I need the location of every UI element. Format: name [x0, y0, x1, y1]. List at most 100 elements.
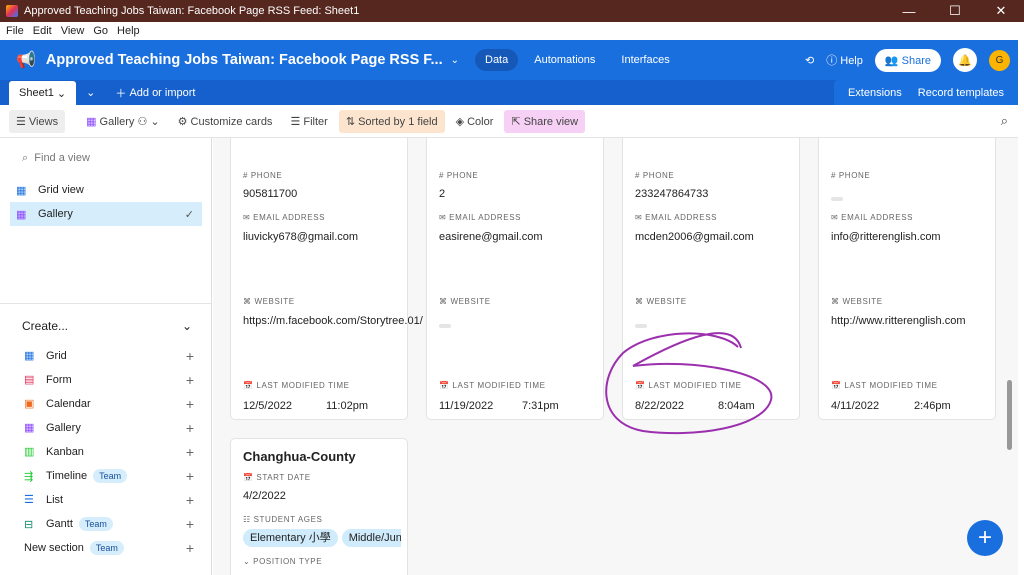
base-title[interactable]: Approved Teaching Jobs Taiwan: Facebook …: [46, 52, 443, 68]
share-view-label: Share view: [523, 115, 579, 128]
create-item-list[interactable]: ☰ List +: [24, 492, 194, 508]
check-icon: ✓: [184, 208, 194, 221]
team-badge: Team: [78, 517, 113, 531]
app-icon: [6, 5, 18, 17]
create-item-new-section[interactable]: New section Team +: [24, 540, 194, 556]
plus-icon[interactable]: +: [186, 444, 194, 460]
views-button[interactable]: ☰ Views: [9, 109, 66, 133]
add-or-import-button[interactable]: ＋ Add or import: [105, 80, 205, 105]
sidebar-item-grid-view[interactable]: ▦ Grid view: [10, 178, 202, 202]
chevron-down-icon[interactable]: ⌄: [451, 55, 459, 66]
menu-bar: File Edit View Go Help: [0, 22, 1024, 40]
create-item-label: Gantt: [46, 518, 73, 530]
view-label: Gallery: [38, 208, 73, 220]
help-button[interactable]: ⓘ Help: [826, 52, 863, 68]
views-label: Views: [28, 115, 59, 128]
create-item-label: Kanban: [46, 445, 84, 458]
view-type-icon: ⊟: [24, 518, 34, 531]
view-label: Grid view: [38, 184, 84, 196]
nav-automations[interactable]: Automations: [524, 49, 605, 71]
minimize-button[interactable]: —: [886, 0, 932, 22]
plus-icon[interactable]: +: [186, 468, 194, 484]
create-item-grid[interactable]: ▦ Grid +: [24, 348, 194, 364]
megaphone-icon: 📢: [16, 52, 36, 69]
tab-sheet1[interactable]: Sheet1 ⌄: [9, 81, 77, 105]
menu-go[interactable]: Go: [93, 25, 108, 37]
create-item-timeline[interactable]: ⇶ Timeline Team +: [24, 468, 194, 484]
base-header: 📢 Approved Teaching Jobs Taiwan: Faceboo…: [0, 40, 1018, 80]
customize-cards-button[interactable]: ⚙ Customize cards: [171, 110, 280, 133]
view-type-icon: ☰: [24, 494, 34, 506]
team-badge: Team: [93, 469, 128, 483]
annotation-circle: [605, 332, 773, 435]
gallery-icon: ▦: [16, 208, 27, 221]
grid-icon: ▦: [16, 184, 27, 197]
plus-icon[interactable]: +: [186, 420, 194, 436]
tab-label: Sheet1: [19, 87, 54, 99]
tab-bar: Sheet1 ⌄ ⌄ ＋ Add or import Extensions Re…: [0, 80, 1018, 105]
help-label: Help: [840, 55, 863, 67]
sidebar-item-gallery[interactable]: ▦ Gallery ✓: [10, 202, 202, 226]
find-view-placeholder: Find a view: [34, 152, 90, 164]
scrollbar[interactable]: [1007, 380, 1012, 450]
menu-help[interactable]: Help: [117, 25, 140, 37]
close-button[interactable]: ✕: [978, 0, 1024, 22]
plus-icon[interactable]: +: [186, 516, 194, 532]
plus-icon[interactable]: +: [186, 540, 194, 556]
create-item-label: New section: [24, 542, 84, 554]
share-label: Share: [901, 54, 931, 67]
filter-label: Filter: [303, 115, 328, 128]
maximize-button[interactable]: ☐: [932, 0, 978, 22]
view-toolbar: ☰ Views ▦ Gallery ⚇ ⌄ ⚙ Customize cards …: [0, 105, 1018, 138]
create-item-label: List: [46, 493, 64, 506]
gallery-label: Gallery: [99, 115, 135, 128]
create-item-label: Calendar: [46, 397, 91, 410]
create-item-kanban[interactable]: ▥ Kanban +: [24, 444, 194, 460]
view-type-icon: ▦: [24, 422, 35, 434]
plus-icon[interactable]: +: [186, 372, 194, 388]
share-button[interactable]: 👥 Share: [874, 48, 941, 72]
bell-icon[interactable]: 🔔: [953, 48, 977, 72]
avatar[interactable]: G: [989, 49, 1010, 71]
create-item-label: Timeline: [46, 470, 88, 482]
gallery-view-button[interactable]: ▦ Gallery ⚇ ⌄: [79, 110, 167, 133]
share-view-button[interactable]: ⇱ Share view: [504, 109, 586, 133]
find-view-input[interactable]: ⌕ Find a view: [22, 152, 90, 165]
plus-icon[interactable]: +: [186, 492, 194, 508]
plus-icon[interactable]: +: [186, 396, 194, 412]
tables-dropdown[interactable]: ⌄: [76, 80, 105, 105]
create-item-label: Gallery: [46, 421, 81, 434]
nav-interfaces[interactable]: Interfaces: [611, 49, 679, 71]
sort-button[interactable]: ⇅ Sorted by 1 field: [338, 109, 445, 133]
view-type-icon: ▤: [24, 374, 35, 386]
color-label: Color: [467, 115, 494, 128]
views-sidebar: ⌕ Find a view ▦ Grid view ▦ Gallery ✓ Creat…: [0, 138, 212, 575]
create-item-calendar[interactable]: ▣ Calendar +: [24, 396, 194, 412]
view-type-icon: ▥: [24, 446, 35, 458]
search-icon[interactable]: ⌕: [1001, 113, 1008, 129]
create-item-form[interactable]: ▤ Form +: [24, 372, 194, 388]
create-label: Create...: [22, 319, 69, 333]
history-icon[interactable]: ⟲: [805, 54, 814, 67]
team-badge: Team: [89, 541, 124, 555]
create-item-label: Form: [46, 373, 72, 386]
menu-edit[interactable]: Edit: [33, 25, 52, 37]
create-section-toggle[interactable]: Create... ⌄: [22, 319, 192, 333]
nav-data[interactable]: Data: [475, 49, 519, 71]
create-item-label: Grid: [46, 349, 67, 362]
chevron-down-icon: ⌄: [181, 319, 192, 333]
window-title: Approved Teaching Jobs Taiwan: Facebook …: [24, 5, 360, 17]
plus-icon[interactable]: +: [186, 348, 194, 364]
create-item-gallery[interactable]: ▦ Gallery +: [24, 420, 194, 436]
record-templates-button[interactable]: Record templates: [910, 87, 1012, 99]
extensions-button[interactable]: Extensions: [840, 87, 910, 99]
filter-button[interactable]: ☰ Filter: [283, 110, 334, 133]
color-button[interactable]: ◈ Color: [449, 110, 501, 133]
menu-file[interactable]: File: [6, 25, 24, 37]
menu-view[interactable]: View: [61, 25, 85, 37]
view-type-icon: ⇶: [24, 470, 34, 483]
create-item-gantt[interactable]: ⊟ Gantt Team +: [24, 516, 194, 532]
add-record-button[interactable]: +: [967, 520, 1003, 556]
window-titlebar: Approved Teaching Jobs Taiwan: Facebook …: [0, 0, 1024, 22]
view-type-icon: ▣: [24, 398, 35, 410]
